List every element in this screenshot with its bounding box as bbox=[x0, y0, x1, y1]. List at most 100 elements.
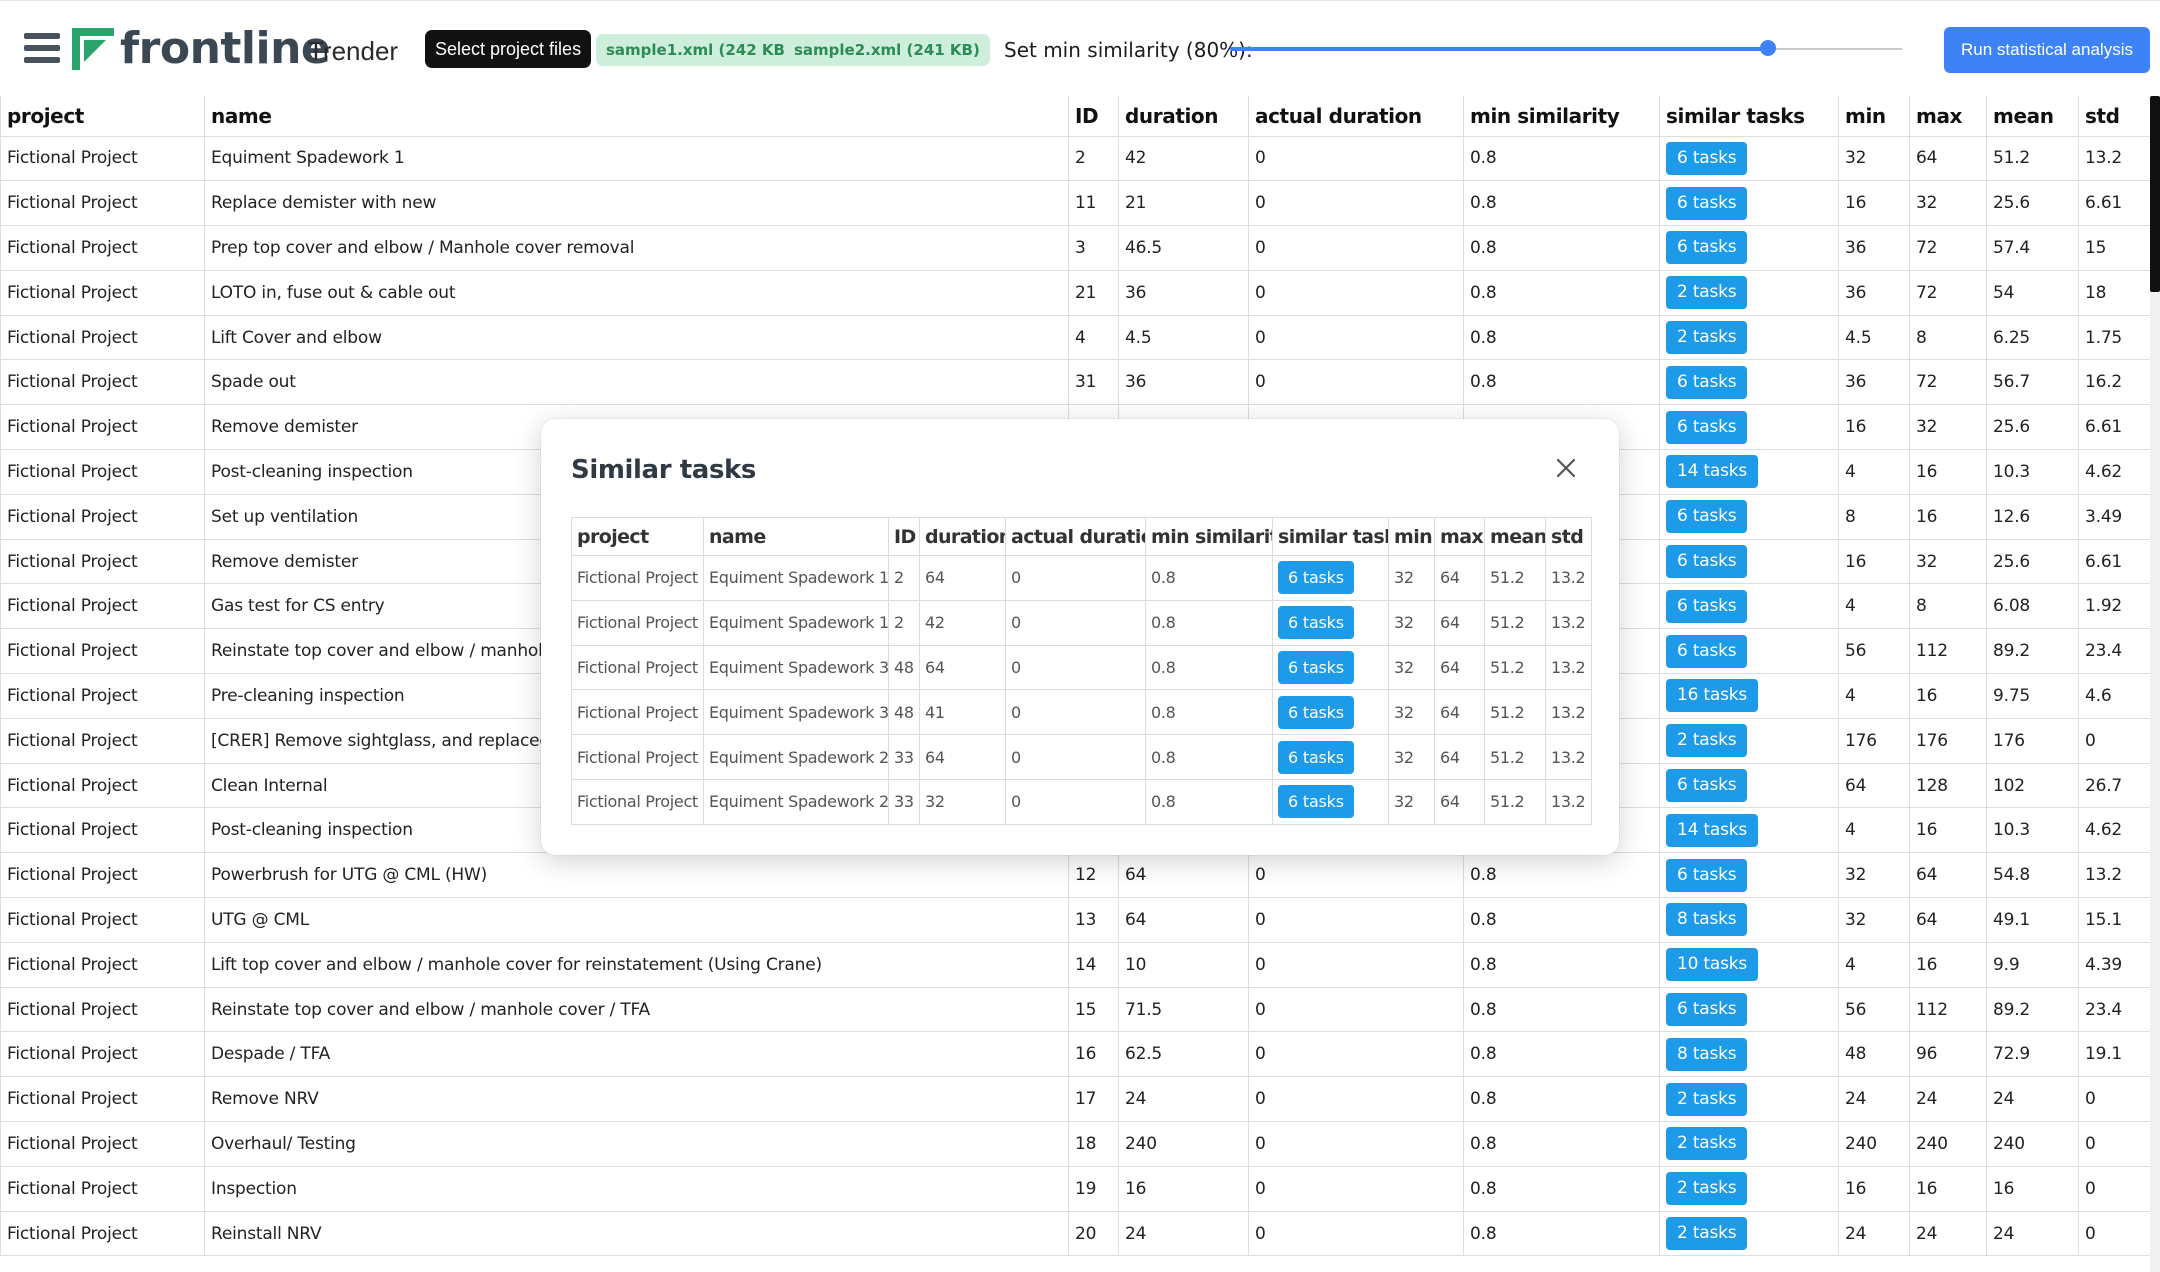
similar-tasks-button[interactable]: 14 tasks bbox=[1666, 813, 1759, 847]
similar-tasks-button[interactable]: 2 tasks bbox=[1666, 276, 1748, 310]
table-row: Fictional Project UTG @ CML 13 64 0 0.8 8 task… bbox=[0, 897, 2151, 943]
cell-min-similarity: 0.8 bbox=[1463, 225, 1660, 271]
similar-tasks-button[interactable]: 6 tasks bbox=[1666, 231, 1748, 265]
similar-tasks-button[interactable]: 6 tasks bbox=[1666, 141, 1748, 175]
similar-tasks-button[interactable]: 10 tasks bbox=[1666, 948, 1759, 982]
column-header-mean: mean bbox=[1484, 517, 1546, 556]
cell-id: 18 bbox=[1068, 1121, 1119, 1167]
cell-actual-duration: 0 bbox=[1248, 225, 1464, 271]
cell-max: 64 bbox=[1434, 689, 1485, 736]
cell-min-similarity: 0.8 bbox=[1463, 314, 1660, 361]
similar-tasks-button[interactable]: 8 tasks bbox=[1666, 1037, 1748, 1071]
cell-min-similarity: 0.8 bbox=[1463, 986, 1660, 1033]
table-row: Fictional Project Lift Cover and elbow 4 4.… bbox=[0, 314, 2151, 361]
menu-icon[interactable] bbox=[24, 33, 60, 65]
similar-tasks-button[interactable]: 2 tasks bbox=[1666, 1127, 1748, 1161]
slider-thumb[interactable] bbox=[1760, 40, 1776, 56]
cell-name: Remove NRV bbox=[204, 1076, 1069, 1123]
column-header-name: name bbox=[703, 517, 889, 556]
cell-id: 13 bbox=[1068, 897, 1119, 943]
similar-tasks-button[interactable]: 6 tasks bbox=[1666, 634, 1748, 668]
similar-tasks-button[interactable]: 6 tasks bbox=[1278, 695, 1354, 729]
slider-fill bbox=[1230, 47, 1768, 51]
cell-min: 240 bbox=[1838, 1121, 1910, 1167]
cell-project: Fictional Project bbox=[0, 180, 205, 227]
cell-min-similarity: 0.8 bbox=[1463, 1210, 1660, 1257]
cell-std: 0 bbox=[2078, 1165, 2151, 1212]
cell-mean: 89.2 bbox=[1986, 628, 2079, 675]
cell-id: 48 bbox=[888, 644, 920, 691]
similar-tasks-button[interactable]: 6 tasks bbox=[1278, 785, 1354, 819]
similar-tasks-button[interactable]: 8 tasks bbox=[1666, 903, 1748, 937]
run-statistical-analysis-button[interactable]: Run statistical analysis bbox=[1944, 27, 2150, 73]
similar-tasks-button[interactable]: 6 tasks bbox=[1278, 561, 1354, 595]
cell-similar-tasks: 6 tasks bbox=[1659, 852, 1839, 899]
cell-mean: 25.6 bbox=[1986, 180, 2079, 227]
cell-max: 72 bbox=[1909, 269, 1987, 316]
cell-project: Fictional Project bbox=[0, 762, 205, 809]
cell-id: 2 bbox=[888, 599, 920, 646]
table-row: Fictional Project Equiment Spadework 2 33 6… bbox=[571, 734, 1592, 780]
similar-tasks-button[interactable]: 2 tasks bbox=[1666, 321, 1748, 355]
similar-tasks-table: projectnameIDdurationactual durationmin … bbox=[571, 517, 1592, 825]
similar-tasks-button[interactable]: 6 tasks bbox=[1666, 410, 1748, 444]
cell-duration: 36 bbox=[1118, 359, 1249, 406]
column-header-similar-tasks: similar tasks bbox=[1272, 517, 1389, 556]
cell-similar-tasks: 6 tasks bbox=[1659, 986, 1839, 1033]
similar-tasks-button[interactable]: 6 tasks bbox=[1666, 993, 1748, 1027]
slider-track bbox=[1768, 48, 1902, 50]
similar-tasks-button[interactable]: 6 tasks bbox=[1666, 186, 1748, 220]
column-header-project: project bbox=[0, 96, 205, 137]
cell-actual-duration: 0 bbox=[1005, 644, 1146, 691]
scrollbar-thumb[interactable] bbox=[2150, 96, 2160, 292]
cell-similar-tasks: 6 tasks bbox=[1659, 225, 1839, 271]
cell-project: Fictional Project bbox=[0, 897, 205, 943]
cell-project: Fictional Project bbox=[0, 1121, 205, 1167]
similar-tasks-button[interactable]: 6 tasks bbox=[1666, 769, 1748, 803]
cell-project: Fictional Project bbox=[0, 493, 205, 540]
cell-id: 33 bbox=[888, 734, 920, 780]
file-chip[interactable]: sample2.xml (241 KB) bbox=[784, 34, 990, 66]
cell-project: Fictional Project bbox=[0, 225, 205, 271]
table-row: Fictional Project Despade / TFA 16 62.5 0 0.8… bbox=[0, 1031, 2151, 1078]
select-project-files-button[interactable]: Select project files bbox=[425, 30, 592, 68]
similar-tasks-button[interactable]: 6 tasks bbox=[1666, 365, 1748, 399]
similar-tasks-button[interactable]: 6 tasks bbox=[1278, 650, 1354, 684]
similar-tasks-button[interactable]: 6 tasks bbox=[1666, 589, 1748, 623]
similar-tasks-button[interactable]: 6 tasks bbox=[1278, 606, 1354, 640]
similar-tasks-button[interactable]: 2 tasks bbox=[1666, 1172, 1748, 1206]
similar-tasks-button[interactable]: 16 tasks bbox=[1666, 679, 1759, 713]
similar-tasks-button[interactable]: 14 tasks bbox=[1666, 455, 1759, 489]
cell-name: Equiment Spadework 1 bbox=[204, 135, 1069, 182]
cell-min: 48 bbox=[1838, 1031, 1910, 1078]
cell-project: Fictional Project bbox=[0, 1165, 205, 1212]
similar-tasks-button[interactable]: 6 tasks bbox=[1666, 545, 1748, 579]
cell-actual-duration: 0 bbox=[1248, 852, 1464, 899]
similar-tasks-button[interactable]: 2 tasks bbox=[1666, 1217, 1748, 1251]
cell-duration: 21 bbox=[1118, 180, 1249, 227]
cell-max: 16 bbox=[1909, 1165, 1987, 1212]
table-row: Fictional Project Equiment Spadework 1 2 42… bbox=[571, 599, 1592, 646]
similar-tasks-button[interactable]: 6 tasks bbox=[1666, 500, 1748, 534]
cell-std: 15 bbox=[2078, 225, 2151, 271]
cell-std: 6.61 bbox=[2078, 404, 2151, 451]
cell-max: 64 bbox=[1434, 778, 1485, 825]
cell-min: 16 bbox=[1838, 1165, 1910, 1212]
cell-id: 17 bbox=[1068, 1076, 1119, 1123]
similar-tasks-button[interactable]: 2 tasks bbox=[1666, 1082, 1748, 1116]
similar-tasks-button[interactable]: 6 tasks bbox=[1666, 858, 1748, 892]
cell-max: 64 bbox=[1434, 599, 1485, 646]
cell-project: Fictional Project bbox=[0, 583, 205, 630]
cell-similar-tasks: 2 tasks bbox=[1659, 1210, 1839, 1257]
cell-similar-tasks: 6 tasks bbox=[1659, 180, 1839, 227]
close-icon[interactable] bbox=[1553, 455, 1579, 481]
cell-id: 16 bbox=[1068, 1031, 1119, 1078]
file-chip[interactable]: sample1.xml (242 KB) bbox=[596, 34, 802, 66]
similar-tasks-button[interactable]: 2 tasks bbox=[1666, 724, 1748, 758]
cell-duration: 64 bbox=[1118, 897, 1249, 943]
similarity-slider[interactable] bbox=[1230, 40, 1902, 56]
similar-tasks-button[interactable]: 6 tasks bbox=[1278, 740, 1354, 774]
cell-actual-duration: 0 bbox=[1248, 1031, 1464, 1078]
cell-name: Equiment Spadework 3 bbox=[703, 644, 889, 691]
column-header-min-similarity: min similarity bbox=[1145, 517, 1273, 556]
